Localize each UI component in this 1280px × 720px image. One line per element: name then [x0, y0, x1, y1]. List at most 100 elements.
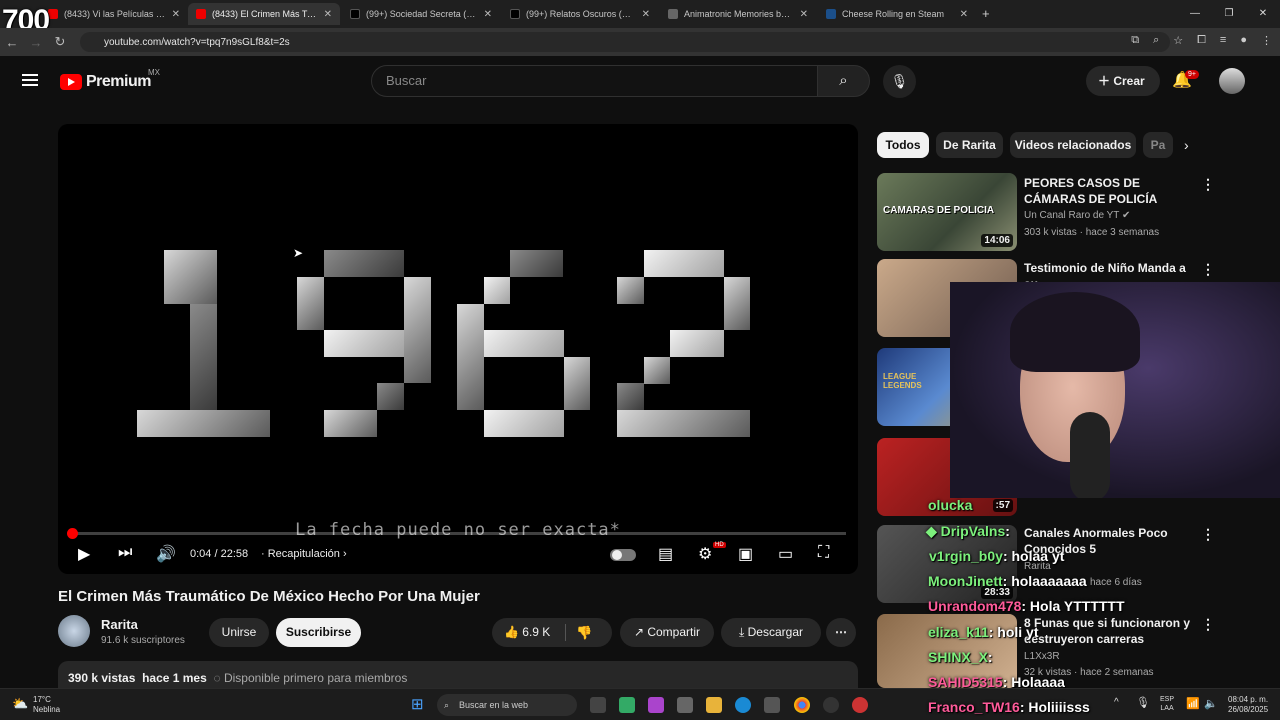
- download-button[interactable]: ⤓ Descargar: [721, 618, 821, 647]
- subtitles-icon[interactable]: ▤: [658, 544, 673, 564]
- settings-gear-icon[interactable]: ⚙: [698, 544, 712, 564]
- wifi-icon[interactable]: 📶: [1186, 697, 1200, 710]
- share-button[interactable]: ↗ Compartir: [620, 618, 714, 647]
- chat-user: Franco_TW16: [928, 699, 1020, 715]
- volume-icon[interactable]: 🔊: [156, 544, 176, 564]
- more-vert-icon[interactable]: ⋮: [1201, 616, 1215, 633]
- reading-list-icon[interactable]: ≡: [1220, 34, 1226, 47]
- app-icon[interactable]: [764, 697, 780, 713]
- download-label: Descargar: [747, 625, 803, 639]
- edge-icon[interactable]: [735, 697, 751, 713]
- fullscreen-icon[interactable]: ⛶: [818, 544, 829, 562]
- install-icon[interactable]: ⧉: [1131, 34, 1139, 47]
- tiktok-favicon-icon: [510, 9, 520, 19]
- theater-mode-icon[interactable]: ▭: [778, 544, 793, 564]
- more-vert-icon[interactable]: ⋮: [1201, 176, 1215, 193]
- app-icon[interactable]: [852, 697, 868, 713]
- back-icon[interactable]: ←: [0, 35, 24, 50]
- close-icon[interactable]: ✕: [172, 9, 180, 20]
- chapter-label: Recapitulación: [267, 548, 340, 560]
- progress-bar[interactable]: [67, 528, 846, 539]
- bookmark-star-icon[interactable]: ☆: [1173, 34, 1183, 47]
- windows-start-icon[interactable]: ⊞: [411, 695, 424, 713]
- chip-videos-relacionados[interactable]: Videos relacionados: [1010, 132, 1136, 158]
- subscribe-button[interactable]: Suscribirse: [276, 618, 361, 647]
- close-icon[interactable]: ✕: [324, 9, 332, 20]
- chip-partial[interactable]: Pa: [1143, 132, 1173, 158]
- tab-title: (99+) Relatos Oscuros (@relatos: [526, 9, 636, 19]
- browser-tab[interactable]: (99+) Sociedad Secreta (@sociedad ✕: [342, 3, 500, 25]
- channel-avatar[interactable]: [58, 615, 90, 647]
- more-vert-icon[interactable]: ⋮: [1201, 261, 1215, 278]
- browser-tab[interactable]: Cheese Rolling en Steam ✕: [818, 3, 976, 25]
- chip-de-rarita[interactable]: De Rarita: [936, 132, 1003, 158]
- thumbs-down-icon[interactable]: 👎: [576, 625, 592, 641]
- chat-text: :: [1005, 523, 1010, 539]
- chip-todos[interactable]: Todos: [877, 132, 929, 158]
- voice-search-button[interactable]: 🎙: [883, 65, 916, 98]
- microphone-tray-icon[interactable]: 🎙: [1136, 696, 1150, 709]
- close-icon[interactable]: ✕: [960, 9, 968, 20]
- taskbar-clock[interactable]: 08:04 p. m. 26/08/2025: [1228, 695, 1268, 715]
- related-thumbnail[interactable]: CAMARAS DE POLICIA 14:06: [877, 173, 1017, 251]
- minimize-icon[interactable]: —: [1178, 0, 1212, 28]
- file-explorer-icon[interactable]: [706, 697, 722, 713]
- obs-icon[interactable]: [823, 697, 839, 713]
- related-title[interactable]: PEORES CASOS DE CÁMARAS DE POLICÍA: [1024, 175, 1194, 207]
- browser-tab[interactable]: (99+) Relatos Oscuros (@relatos ✕: [502, 3, 658, 25]
- browser-menu-icon[interactable]: ⋮: [1261, 34, 1272, 47]
- zoom-icon[interactable]: ⌕: [1153, 34, 1159, 47]
- new-tab-button[interactable]: +: [982, 6, 990, 21]
- chrome-icon[interactable]: [794, 697, 810, 713]
- language-indicator[interactable]: ESP LAA: [1160, 695, 1174, 713]
- profile-icon[interactable]: ●: [1240, 34, 1247, 47]
- tray-expand-icon[interactable]: ^: [1114, 697, 1119, 708]
- clock-date: 26/08/2025: [1228, 705, 1269, 714]
- copilot-icon[interactable]: [619, 697, 635, 713]
- video-player[interactable]: ➤ La fecha puede no ser exacta* ▶ ⏭ 🔊 0:…: [58, 124, 858, 574]
- youtube-premium-logo[interactable]: Premium MX: [60, 68, 160, 91]
- miniplayer-icon[interactable]: ▣: [738, 544, 753, 564]
- search-input[interactable]: Buscar: [371, 65, 818, 97]
- volume-tray-icon[interactable]: 🔈: [1204, 697, 1218, 710]
- channel-name[interactable]: Rarita: [101, 617, 138, 632]
- more-actions-button[interactable]: ⋯: [826, 618, 856, 647]
- channel-name: Un Canal Raro de YT: [1024, 210, 1120, 221]
- close-icon[interactable]: ✕: [642, 9, 650, 20]
- forward-icon[interactable]: →: [24, 35, 48, 50]
- address-bar-row: ← → ↻ youtube.com/watch?v=tpq7n9sGLf8&t=…: [0, 28, 1280, 56]
- related-title[interactable]: 8 Funas que si funcionaron y destruyeron…: [1024, 615, 1194, 647]
- url-field[interactable]: youtube.com/watch?v=tpq7n9sGLf8&t=2s: [80, 32, 1170, 52]
- chapter-button[interactable]: · Recapitulación ›: [261, 548, 347, 560]
- chevron-right-icon[interactable]: ›: [1184, 137, 1189, 153]
- maximize-icon[interactable]: ❐: [1212, 0, 1246, 28]
- extensions-icon[interactable]: ⧠: [1197, 34, 1206, 47]
- like-button[interactable]: 👍 6.9 K: [492, 618, 612, 647]
- close-icon[interactable]: ✕: [800, 9, 808, 20]
- more-vert-icon[interactable]: ⋮: [1201, 526, 1215, 543]
- account-avatar[interactable]: [1219, 68, 1245, 94]
- browser-tab[interactable]: (8433) Vi las Películas PROHIBIDAS ✕: [40, 3, 188, 25]
- browser-tab-active[interactable]: (8433) El Crimen Más Traumático ✕: [188, 3, 340, 25]
- taskbar-search[interactable]: ⌕ Buscar en la web: [437, 694, 577, 716]
- join-button[interactable]: Unirse: [209, 618, 269, 647]
- close-window-icon[interactable]: ✕: [1246, 0, 1280, 28]
- next-icon[interactable]: ⏭: [118, 544, 132, 562]
- autoplay-toggle[interactable]: [610, 549, 636, 561]
- store-icon[interactable]: [677, 697, 693, 713]
- play-icon[interactable]: ▶: [78, 544, 90, 564]
- hamburger-menu-icon[interactable]: [22, 74, 38, 86]
- create-button[interactable]: ＋ Crear: [1086, 66, 1160, 96]
- search-button[interactable]: ⌕: [817, 65, 870, 97]
- region-code: MX: [148, 68, 160, 77]
- weather-widget[interactable]: 17°C Neblina: [33, 695, 60, 715]
- close-icon[interactable]: ✕: [484, 9, 492, 20]
- task-view-icon[interactable]: [590, 697, 606, 713]
- chat-text: :: [987, 649, 993, 665]
- chat-user: MoonJinett: [928, 573, 1003, 589]
- app-icon[interactable]: [648, 697, 664, 713]
- reload-icon[interactable]: ↻: [48, 34, 72, 50]
- related-channel: L1Xx3R: [1024, 651, 1060, 662]
- browser-tab[interactable]: Animatronic Memories by Inks ✕: [660, 3, 816, 25]
- members-icon: ◌: [213, 671, 221, 685]
